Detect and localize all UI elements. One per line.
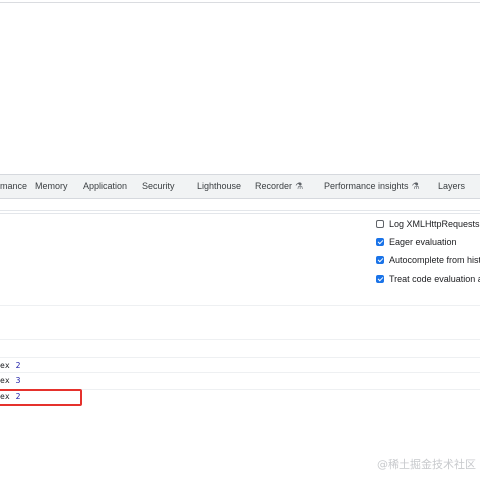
console-toolbar-divider xyxy=(0,210,480,211)
setting-treat-code-evaluation[interactable]: Treat code evaluation as xyxy=(376,272,480,286)
experiment-flask-icon: ⚗ xyxy=(411,181,420,191)
setting-eager-evaluation[interactable]: Eager evaluation xyxy=(376,235,457,249)
console-divider xyxy=(0,305,480,306)
tab-security[interactable]: Security xyxy=(142,175,175,198)
watermark: @稀土掘金技术社区 xyxy=(377,458,476,471)
page-divider xyxy=(0,2,480,3)
setting-autocomplete-from-history[interactable]: Autocomplete from histo xyxy=(376,253,480,267)
console-log-row: ex 3 xyxy=(0,374,20,388)
log-value: 3 xyxy=(15,376,21,385)
experiment-flask-icon: ⚗ xyxy=(295,181,304,191)
log-value: 2 xyxy=(15,361,21,370)
console-divider xyxy=(0,372,480,373)
tab-layers[interactable]: Layers xyxy=(438,175,465,198)
tab-performance[interactable]: mance xyxy=(0,175,27,198)
devtools-tab-bar: mance Memory Application Security Lighth… xyxy=(0,174,480,199)
tab-application[interactable]: Application xyxy=(83,175,127,198)
devtools-screenshot: mance Memory Application Security Lighth… xyxy=(0,0,480,480)
checkbox-checked-icon[interactable] xyxy=(376,256,384,264)
log-text: ex xyxy=(0,376,10,385)
console-divider xyxy=(0,339,480,340)
log-text: ex xyxy=(0,361,10,370)
tab-memory[interactable]: Memory xyxy=(35,175,68,198)
setting-log-xmlhttprequests[interactable]: Log XMLHttpRequests xyxy=(376,217,480,231)
tab-lighthouse[interactable]: Lighthouse xyxy=(197,175,241,198)
checkbox-checked-icon[interactable] xyxy=(376,238,384,246)
tab-recorder[interactable]: Recorder ⚗ xyxy=(255,175,303,198)
console-divider xyxy=(0,357,480,358)
checkbox-checked-icon[interactable] xyxy=(376,275,384,283)
checkbox-unchecked-icon[interactable] xyxy=(376,220,384,228)
console-toolbar-divider xyxy=(0,213,480,214)
console-log-row: ex 2 xyxy=(0,359,20,373)
tab-performance-insights[interactable]: Performance insights ⚗ xyxy=(324,175,420,198)
highlight-annotation-box xyxy=(0,389,82,406)
